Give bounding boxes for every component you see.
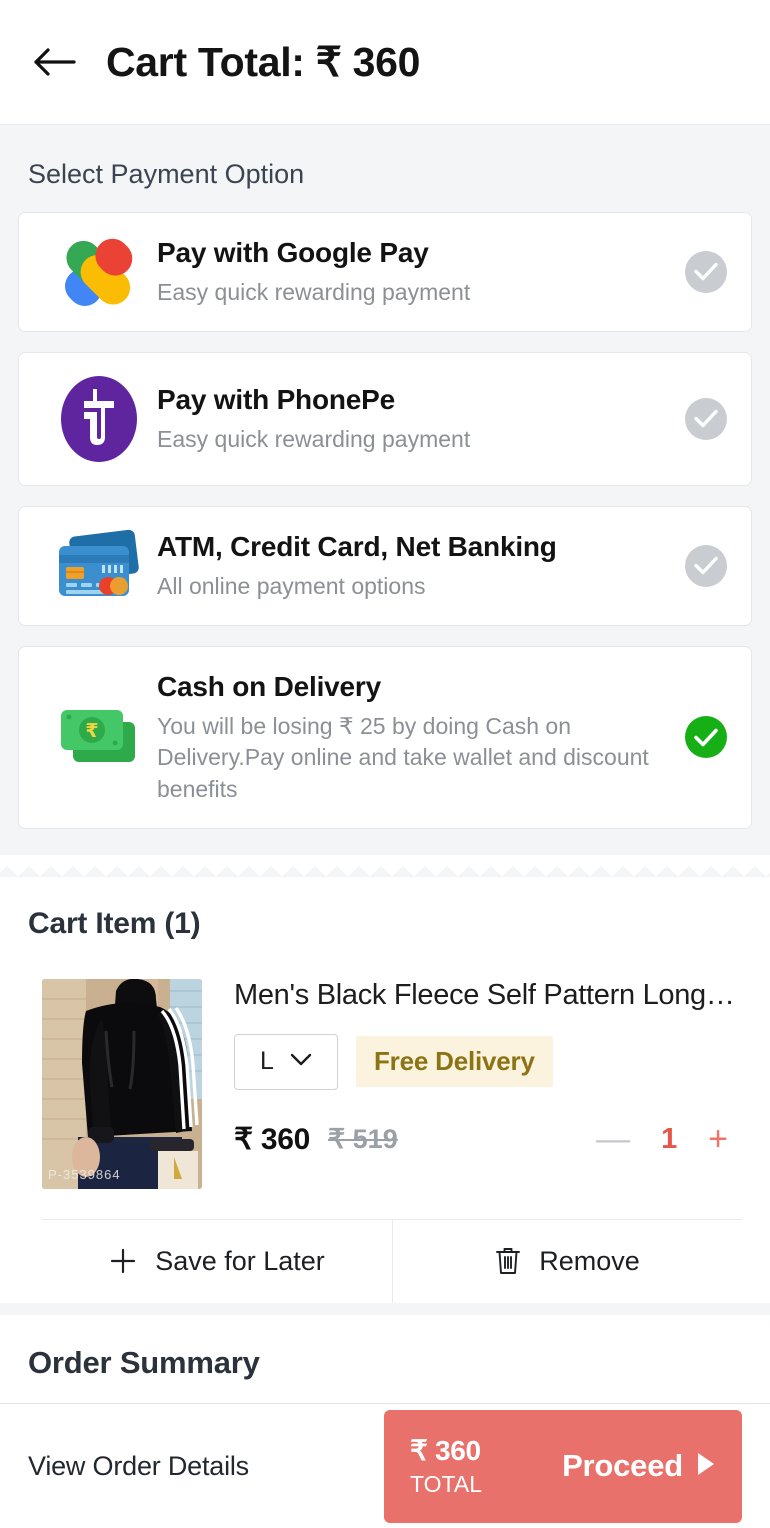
chevron-down-icon [290, 1053, 312, 1071]
play-arrow-icon [696, 1448, 716, 1484]
quantity-increase-button[interactable]: + [708, 1122, 728, 1156]
size-select[interactable]: L [234, 1033, 338, 1090]
payment-option-radio[interactable] [683, 716, 729, 759]
quantity-decrease-button[interactable]: — [596, 1122, 630, 1156]
order-summary-title: Order Summary [28, 1344, 260, 1380]
cart-heading: Cart Item (1) [28, 906, 201, 940]
payment-option-text: Pay with Google Pay Easy quick rewarding… [157, 235, 683, 309]
payment-option-text: Cash on Delivery You will be losing ₹ 25… [157, 669, 683, 806]
payment-option-subtitle: All online payment options [157, 572, 426, 599]
cart-item-actions: Save for Later Remove [42, 1218, 742, 1303]
payment-option-radio[interactable] [683, 397, 729, 440]
remove-label: Remove [539, 1245, 640, 1276]
cart-items-section: Cart Item (1) P-3539864 Men's Black Flee… [0, 876, 770, 1303]
cart-item-row: P-3539864 Men's Black Fleece Self Patter… [28, 941, 742, 1189]
remove-button[interactable]: Remove [392, 1219, 742, 1303]
product-price: ₹ 360 [234, 1122, 310, 1156]
payment-option-phonepe[interactable]: Pay with PhonePe Easy quick rewarding pa… [18, 351, 752, 486]
checkout-screen: Cart Total: ₹ 360 Select Payment Option … [0, 0, 770, 1528]
product-thumbnail[interactable]: P-3539864 [42, 978, 202, 1189]
payment-options-section: Select Payment Option Pay with Google Pa… [0, 125, 770, 855]
payment-option-google-pay[interactable]: Pay with Google Pay Easy quick rewarding… [18, 212, 752, 332]
payment-option-title: Pay with Google Pay [157, 237, 429, 268]
proceed-label: Proceed [562, 1448, 683, 1483]
payment-option-text: Pay with PhonePe Easy quick rewarding pa… [157, 382, 683, 456]
save-for-later-label: Save for Later [155, 1245, 325, 1276]
plus-icon [109, 1247, 137, 1275]
proceed-cta: Proceed [562, 1448, 716, 1484]
trash-icon [495, 1246, 521, 1276]
payment-option-radio[interactable] [683, 544, 729, 587]
credit-card-icon [41, 529, 157, 603]
save-for-later-button[interactable]: Save for Later [42, 1220, 392, 1303]
cart-item-info: Men's Black Fleece Self Pattern Long… L … [234, 979, 742, 1189]
check-circle-icon-unselected [685, 250, 727, 293]
proceed-total-amount: ₹ 360 [410, 1434, 481, 1466]
quantity-value: 1 [661, 1122, 678, 1155]
payment-option-subtitle: You will be losing ₹ 25 by doing Cash on… [157, 712, 649, 803]
check-circle-icon-unselected [685, 544, 727, 587]
product-price-original: ₹ 519 [327, 1123, 398, 1154]
cash-icon: ₹ [41, 704, 157, 770]
view-order-details-link[interactable]: View Order Details [28, 1451, 249, 1482]
payment-option-title: Pay with PhonePe [157, 383, 395, 415]
product-name[interactable]: Men's Black Fleece Self Pattern Long… [234, 979, 742, 1012]
phonepe-icon [41, 375, 157, 463]
image-watermark: P-3539864 [48, 1166, 121, 1182]
svg-text:₹: ₹ [85, 720, 98, 742]
payment-option-text: ATM, Credit Card, Net Banking All online… [157, 529, 683, 603]
page-title: Cart Total: ₹ 360 [106, 39, 421, 85]
app-header: Cart Total: ₹ 360 [0, 0, 770, 125]
payment-option-title: ATM, Credit Card, Net Banking [157, 530, 557, 562]
payment-option-subtitle: Easy quick rewarding payment [157, 425, 471, 452]
summary-spacer [0, 1302, 770, 1315]
cart-item-meta: L Free Delivery [234, 1033, 742, 1090]
google-pay-icon [41, 236, 157, 308]
payment-option-subtitle: Easy quick rewarding payment [157, 279, 471, 305]
quantity-stepper: — 1 + [596, 1122, 742, 1156]
check-circle-icon-selected [685, 716, 727, 759]
payment-option-cash-on-delivery[interactable]: ₹ Cash on Delivery You will be losing ₹ … [18, 645, 752, 829]
payment-option-title: Cash on Delivery [157, 670, 381, 702]
arrow-left-icon [32, 45, 76, 79]
back-button[interactable] [32, 40, 76, 84]
check-circle-icon-unselected [685, 397, 727, 440]
proceed-total-block: ₹ 360 TOTAL [410, 1434, 482, 1498]
zigzag-divider [0, 854, 770, 877]
payment-option-radio[interactable] [683, 250, 729, 293]
payment-section-title: Select Payment Option [28, 159, 305, 189]
payment-option-card-netbanking[interactable]: ATM, Credit Card, Net Banking All online… [18, 505, 752, 626]
proceed-button[interactable]: ₹ 360 TOTAL Proceed [384, 1409, 742, 1523]
bottom-action-bar: View Order Details ₹ 360 TOTAL Proceed [0, 1403, 770, 1528]
size-select-value: L [260, 1047, 274, 1076]
price-row: ₹ 360 ₹ 519 — 1 + [234, 1122, 742, 1157]
free-delivery-badge: Free Delivery [356, 1036, 553, 1088]
proceed-total-label: TOTAL [410, 1470, 482, 1497]
